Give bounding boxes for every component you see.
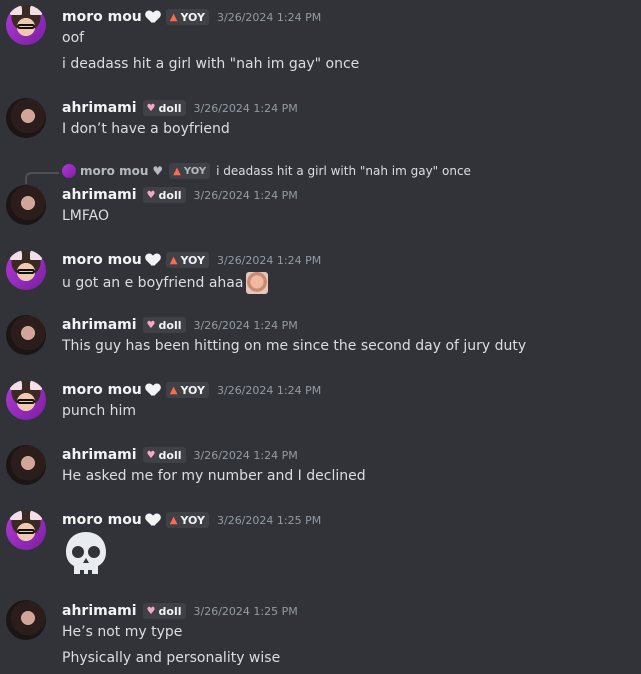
tag-label: YOY [180, 253, 205, 267]
role-tag[interactable]: ♥ doll [142, 317, 186, 333]
flame-icon: ▲ [173, 165, 181, 177]
avatar[interactable] [6, 510, 46, 550]
timestamp: 3/26/2024 1:24 PM [216, 253, 322, 267]
avatar[interactable] [6, 600, 46, 640]
reply-preview[interactable]: moro mou ♥ ▲ YOY i deadass hit a girl wit… [62, 163, 471, 179]
message-text: u got an e boyfriend ahaa [62, 272, 269, 294]
timestamp: 3/26/2024 1:24 PM [193, 188, 298, 202]
message-text: punch him [62, 403, 137, 419]
avatar[interactable] [6, 445, 46, 485]
tag-label: YOY [183, 165, 207, 177]
flame-icon: ▲ [169, 384, 178, 396]
timestamp: 3/26/2024 1:25 PM [216, 513, 322, 527]
face-emoji-icon [246, 272, 269, 294]
heart-icon [146, 254, 160, 266]
role-tag[interactable]: ▲ YOY [165, 382, 209, 398]
reply-connector [25, 172, 59, 184]
role-tag[interactable]: ♥ doll [142, 447, 186, 463]
heart-icon [146, 514, 160, 526]
tag-label: doll [158, 604, 182, 618]
avatar[interactable] [6, 5, 46, 45]
avatar [62, 164, 76, 178]
username[interactable]: ahrimami [62, 100, 137, 116]
message-text: He’s not my type [62, 624, 183, 640]
message-text: Physically and personality wise [62, 650, 281, 666]
username[interactable]: moro mou [62, 512, 142, 528]
role-tag[interactable]: ▲ YOY [165, 9, 209, 25]
role-tag[interactable]: ▲ YOY [165, 252, 209, 268]
username[interactable]: ahrimami [62, 317, 137, 333]
timestamp: 3/26/2024 1:24 PM [216, 10, 322, 24]
username[interactable]: moro mou [62, 252, 142, 268]
flame-icon: ▲ [169, 11, 178, 23]
username[interactable]: ahrimami [62, 603, 137, 619]
timestamp: 3/26/2024 1:24 PM [193, 318, 298, 332]
heart-icon [146, 11, 160, 23]
avatar[interactable] [6, 98, 46, 138]
timestamp: 3/26/2024 1:24 PM [216, 383, 322, 397]
role-tag[interactable]: ▲ YOY [165, 512, 209, 528]
timestamp: 3/26/2024 1:24 PM [193, 101, 298, 115]
reply-username: moro mou [80, 164, 149, 178]
tag-label: YOY [180, 383, 205, 397]
avatar[interactable] [6, 380, 46, 420]
message-text: oof [62, 30, 85, 46]
heart-icon: ♥ [146, 189, 156, 201]
skull-emoji-icon [66, 532, 106, 574]
heart-icon: ♥ [146, 319, 156, 331]
timestamp: 3/26/2024 1:25 PM [193, 604, 298, 618]
tag-label: doll [158, 448, 182, 462]
tag-label: doll [158, 188, 182, 202]
timestamp: 3/26/2024 1:24 PM [193, 448, 298, 462]
tag-label: YOY [180, 513, 205, 527]
tag-label: doll [158, 318, 182, 332]
message-text: I don’t have a boyfriend [62, 121, 230, 137]
username[interactable]: ahrimami [62, 187, 137, 203]
role-tag[interactable]: ♥ doll [142, 603, 186, 619]
tag-label: doll [158, 101, 182, 115]
heart-icon: ♥ [146, 449, 156, 461]
heart-icon: ♥ [146, 605, 156, 617]
message-text: i deadass hit a girl with "nah im gay" o… [62, 56, 360, 72]
reply-text: i deadass hit a girl with "nah im gay" o… [216, 164, 471, 178]
flame-icon: ▲ [169, 254, 178, 266]
role-tag: ▲ YOY [169, 163, 211, 179]
avatar[interactable] [6, 315, 46, 355]
flame-icon: ▲ [169, 514, 178, 526]
message-text: He asked me for my number and I declined [62, 468, 366, 484]
heart-icon: ♥ [146, 102, 156, 114]
message-text: This guy has been hitting on me since th… [62, 338, 527, 354]
role-tag[interactable]: ♥ doll [142, 100, 186, 116]
avatar[interactable] [6, 185, 46, 225]
username[interactable]: moro mou [62, 9, 142, 25]
role-tag[interactable]: ♥ doll [142, 187, 186, 203]
username[interactable]: moro mou [62, 382, 142, 398]
message-text: LMFAO [62, 208, 109, 224]
username[interactable]: ahrimami [62, 447, 137, 463]
heart-icon [146, 384, 160, 396]
message-text-span: u got an e boyfriend ahaa [62, 275, 244, 291]
avatar[interactable] [6, 250, 46, 290]
tag-label: YOY [180, 10, 205, 24]
heart-icon: ♥ [152, 164, 164, 178]
